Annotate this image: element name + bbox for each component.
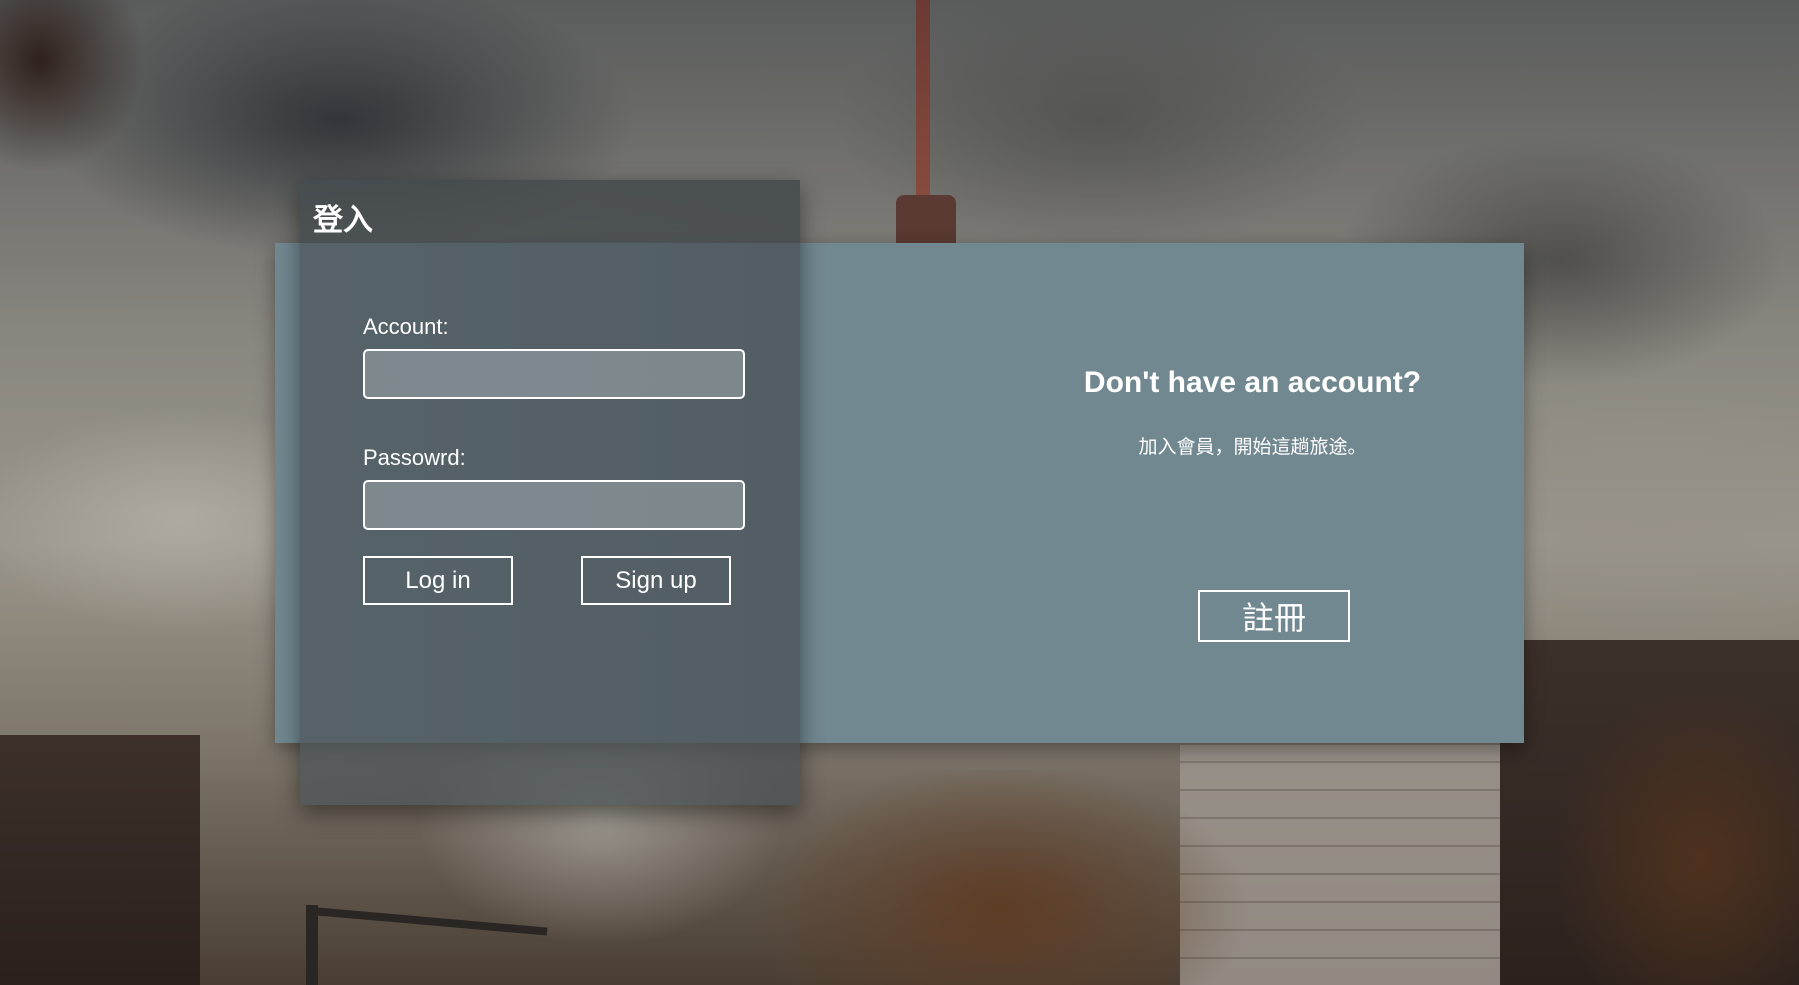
background-building-left	[0, 735, 200, 985]
account-label: Account:	[363, 314, 449, 339]
account-input[interactable]	[363, 349, 745, 399]
background-tree-right	[1560, 640, 1799, 985]
password-label: Passowrd:	[363, 445, 466, 470]
background-tower-base	[896, 195, 956, 245]
signup-button[interactable]: Sign up	[581, 556, 731, 605]
login-panel: 登入 Account: Passowrd: Log in Sign up	[300, 180, 800, 805]
background-lamp-post	[306, 905, 318, 985]
signup-subtext: 加入會員，開始這趟旅途。	[1138, 436, 1367, 458]
register-button[interactable]: 註冊	[1198, 590, 1350, 642]
password-input[interactable]	[363, 480, 745, 530]
signup-heading: Don't have an account?	[1083, 366, 1422, 399]
login-header	[300, 180, 800, 243]
login-button[interactable]: Log in	[363, 556, 513, 605]
login-title: 登入	[313, 203, 373, 238]
background-tree	[0, 0, 210, 230]
background-tower	[916, 0, 930, 200]
